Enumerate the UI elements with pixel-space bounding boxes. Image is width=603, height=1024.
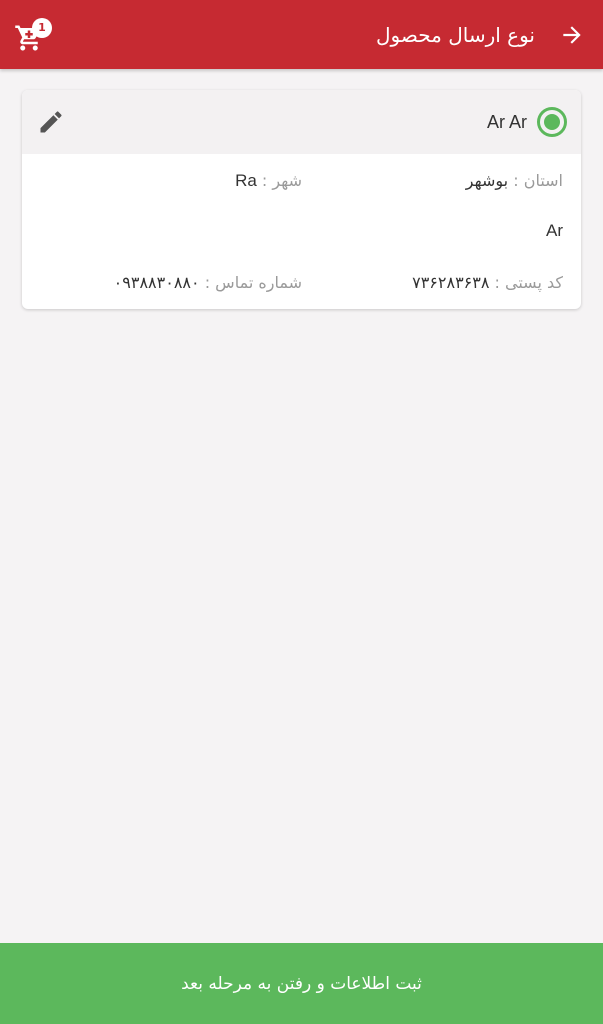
- arrow-right-icon: [563, 25, 581, 44]
- address-name-group: Ar Ar: [487, 107, 567, 137]
- postal-value: ۷۳۶۲۸۳۶۳۸: [412, 273, 490, 292]
- province-label: استان :: [513, 171, 563, 190]
- postal-row: کد پستی : ۷۳۶۲۸۳۶۳۸: [412, 273, 563, 292]
- phone-label: شماره تماس :: [204, 273, 302, 292]
- address-name: Ar Ar: [486, 111, 527, 132]
- address-line: Ar: [546, 221, 563, 240]
- address-card-header: Ar Ar: [22, 90, 581, 154]
- radio-selected-icon: [544, 114, 560, 130]
- city-value: Ra: [235, 171, 257, 190]
- phone-value: ۰۹۳۸۸۳۰۸۸۰: [113, 273, 200, 292]
- phone-row: شماره تماس : ۰۹۳۸۸۳۰۸۸۰: [114, 273, 302, 292]
- city-row: شهر : Ra: [235, 171, 302, 191]
- city-label: شهر :: [261, 171, 302, 190]
- app-screen: 1 نوع ارسال محصول Ar Ar استان: بوشهر شه…: [0, 0, 603, 1024]
- address-card[interactable]: Ar Ar استان : بوشهر شهر : Ra Ar کد پستی …: [22, 90, 581, 309]
- title-group: نوع ارسال محصول: [376, 21, 585, 49]
- back-button[interactable]: [557, 21, 585, 49]
- postal-label: کد پستی :: [494, 273, 563, 292]
- province-row: استان : بوشهر: [466, 171, 563, 190]
- address-line-row: Ar: [546, 221, 563, 241]
- edit-address-button[interactable]: [36, 107, 66, 137]
- page-title: نوع ارسال محصول: [376, 22, 535, 47]
- cart-button[interactable]: 1: [14, 15, 54, 55]
- province-value: بوشهر: [465, 171, 509, 190]
- cart-count-badge: 1: [32, 17, 52, 38]
- submit-next-label: ثبت اطلاعات و رفتن به مرحله بعد: [181, 973, 422, 994]
- submit-next-button[interactable]: ثبت اطلاعات و رفتن به مرحله بعد: [0, 943, 603, 1024]
- top-app-bar: 1 نوع ارسال محصول: [0, 0, 603, 69]
- pencil-icon: [40, 111, 62, 133]
- address-select-radio[interactable]: [537, 107, 567, 137]
